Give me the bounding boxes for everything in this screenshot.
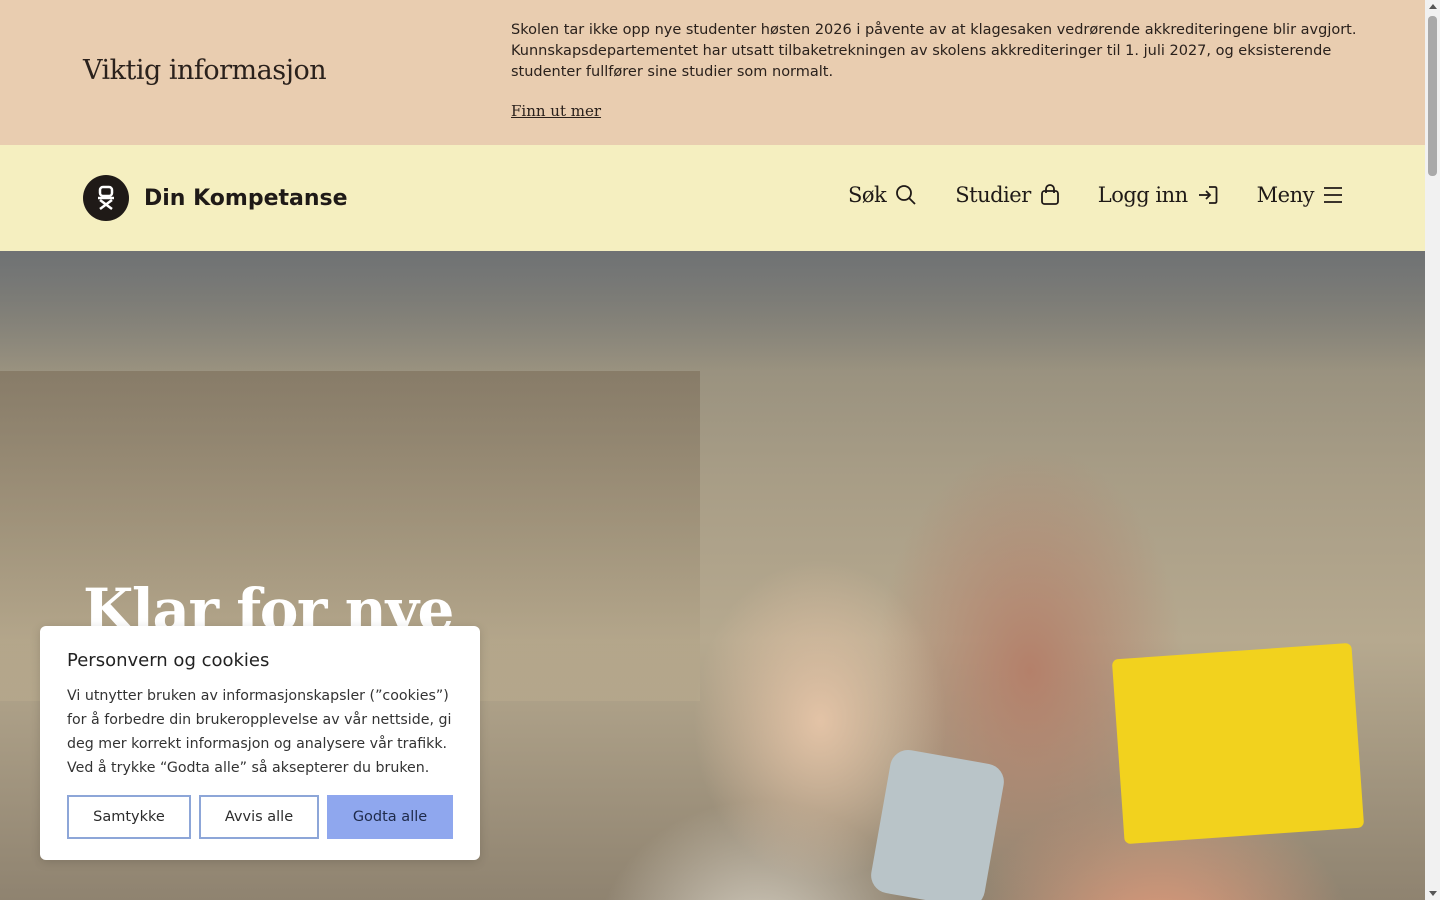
site-header: Din Kompetanse Søk Studier Logg inn Meny bbox=[0, 145, 1425, 251]
nav-menu-label: Meny bbox=[1256, 183, 1315, 207]
reject-all-button[interactable]: Avvis alle bbox=[199, 795, 319, 839]
nav-search-label: Søk bbox=[848, 183, 887, 207]
hero-image-background bbox=[0, 251, 1425, 371]
scroll-thumb[interactable] bbox=[1428, 16, 1437, 176]
bag-icon bbox=[1040, 184, 1059, 205]
page-scrollbar[interactable] bbox=[1425, 0, 1440, 900]
hero-image-phone bbox=[868, 747, 1007, 900]
important-notice-banner: Viktig informasjon Skolen tar ikke opp n… bbox=[0, 0, 1425, 145]
hamburger-icon bbox=[1324, 187, 1342, 203]
nav-login-label: Logg inn bbox=[1097, 183, 1188, 207]
brand-name: Din Kompetanse bbox=[144, 185, 348, 211]
search-icon bbox=[896, 185, 916, 205]
logo[interactable]: Din Kompetanse bbox=[83, 175, 348, 221]
logo-mark-icon bbox=[83, 175, 129, 221]
cookie-consent-dialog: Personvern og cookies Vi utnytter bruken… bbox=[40, 626, 480, 860]
scroll-down-icon[interactable] bbox=[1429, 891, 1437, 896]
hero-image-notebook bbox=[1111, 642, 1365, 845]
nav-login[interactable]: Logg inn bbox=[1098, 183, 1219, 207]
accept-all-button[interactable]: Godta alle bbox=[327, 795, 453, 839]
notice-text: Skolen tar ikke opp nye studenter høsten… bbox=[511, 22, 1357, 80]
scroll-up-icon[interactable] bbox=[1429, 4, 1437, 9]
cookie-dialog-title: Personvern og cookies bbox=[67, 650, 270, 671]
nav-menu[interactable]: Meny bbox=[1257, 183, 1343, 207]
nav-search[interactable]: Søk bbox=[848, 183, 917, 207]
consent-button[interactable]: Samtykke bbox=[67, 795, 191, 839]
nav-studies-label: Studier bbox=[955, 183, 1031, 207]
login-icon bbox=[1198, 186, 1218, 204]
nav-studies[interactable]: Studier bbox=[955, 183, 1059, 207]
main-nav: Søk Studier Logg inn Meny bbox=[810, 183, 1343, 207]
cookie-dialog-text: Vi utnytter bruken av informasjonskapsle… bbox=[67, 688, 452, 776]
find-out-more-link[interactable]: Finn ut mer bbox=[511, 102, 601, 120]
notice-title: Viktig informasjon bbox=[83, 55, 327, 86]
